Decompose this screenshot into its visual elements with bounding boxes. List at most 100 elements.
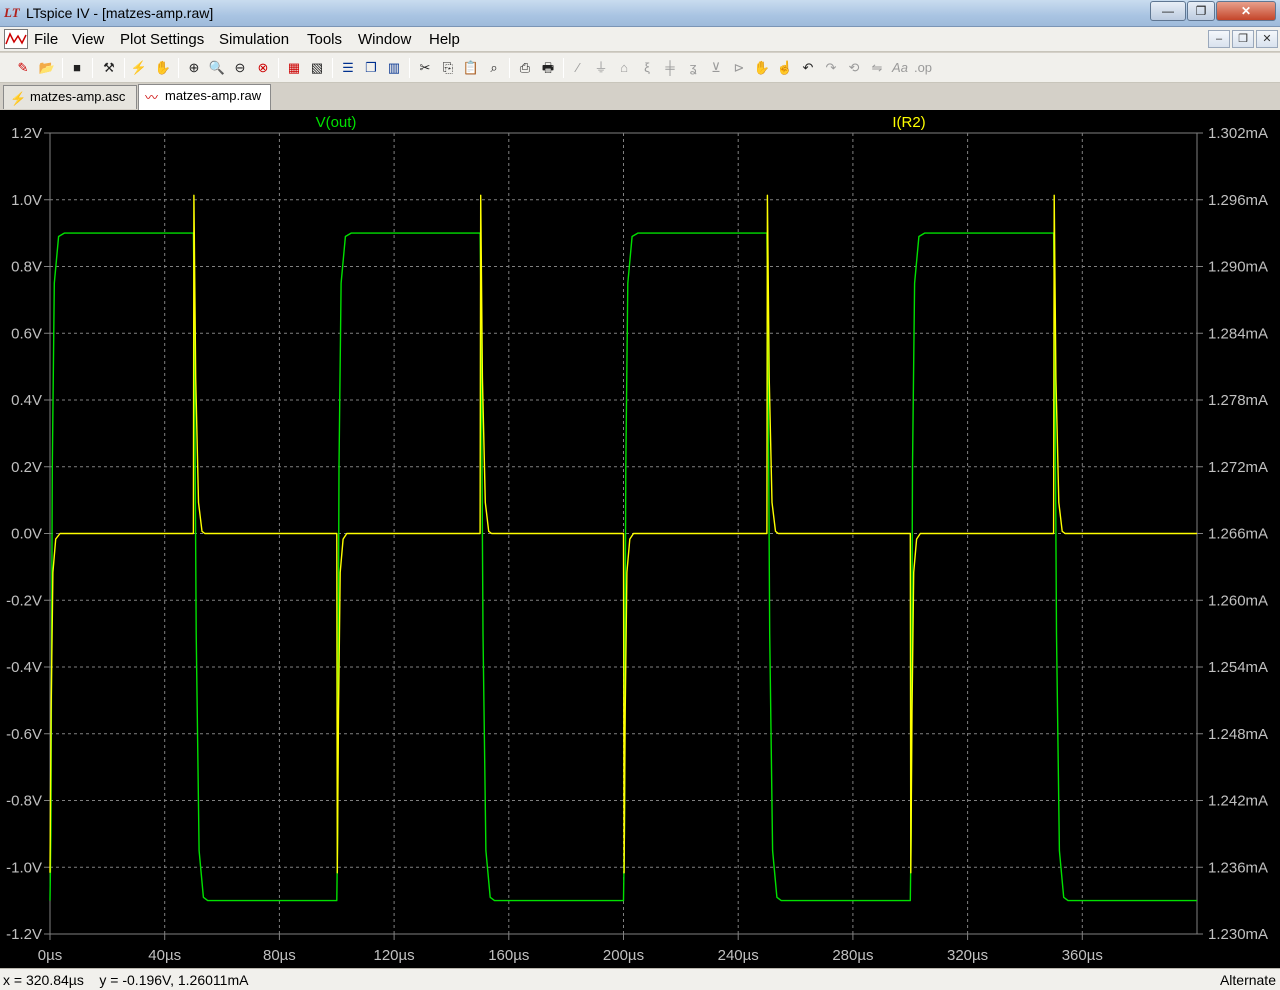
- y-left-tick-label: -1.0V: [6, 859, 42, 876]
- move-icon: ✋: [753, 60, 771, 75]
- close-button[interactable]: ✕: [1216, 1, 1276, 21]
- ground-icon: ⏚: [594, 60, 608, 75]
- y-left-tick-label: 0.4V: [11, 392, 42, 409]
- toolbar: ✎ 📂 ■ ⚒ ⚡ ✋ ⊕ 🔍 ⊖ ⊗ ▦ ▧ ☰ ❐ ▥ ✂ ⎘ 📋 ⌕ ⎙ …: [0, 53, 1280, 83]
- redo-icon: ↷: [825, 60, 837, 75]
- plot-settings-icon[interactable]: ▧: [306, 57, 328, 79]
- plot-canvas[interactable]: 1.2V 1.0V 0.8V 0.6V 0.4V 0.2V 0.0V -0.2V -0.4V -0…: [0, 110, 1280, 968]
- y-right-tick-label: 1.290mA: [1208, 259, 1268, 276]
- mdi-close-button[interactable]: ✕: [1256, 30, 1278, 48]
- menu-bar: File View Plot Settings Simulation Tools…: [0, 27, 1280, 52]
- tab-label: matzes-amp.asc: [30, 89, 126, 104]
- y-right-tick-label: 1.260mA: [1208, 592, 1268, 609]
- cut-icon[interactable]: ✂: [414, 57, 436, 79]
- spice-directive-icon: .op: [913, 60, 933, 75]
- mode-indicator: Alternate: [1219, 972, 1276, 988]
- tab-label: matzes-amp.raw: [165, 88, 262, 103]
- zoom-out-icon[interactable]: ⊖: [229, 57, 251, 79]
- waveform-plot[interactable]: 1.2V 1.0V 0.8V 0.6V 0.4V 0.2V 0.0V -0.2V -0.4V -0…: [0, 110, 1280, 968]
- autorange-icon[interactable]: ▦: [283, 57, 305, 79]
- x-tick-label: 240µs: [718, 947, 759, 964]
- ltspice-logo-icon: LT: [4, 5, 20, 20]
- y-left-tick-label: -0.6V: [6, 726, 42, 743]
- cascade-icon[interactable]: ❐: [360, 57, 382, 79]
- tile-vertical-icon[interactable]: ▥: [383, 57, 405, 79]
- y-right-tick-label: 1.296mA: [1208, 192, 1268, 209]
- status-bar: x = 320.84µs y = -0.196V, 1.26011mA Alte…: [0, 968, 1280, 990]
- find-icon[interactable]: ⌕: [483, 57, 505, 79]
- resistor-icon: ξ: [644, 60, 650, 75]
- menu-plot-settings[interactable]: Plot Settings: [120, 31, 204, 48]
- x-tick-label: 40µs: [148, 947, 181, 964]
- y-right-tick-label: 1.248mA: [1208, 726, 1268, 743]
- menu-file[interactable]: File: [34, 31, 58, 48]
- x-tick-label: 0µs: [38, 947, 63, 964]
- y-right-tick-label: 1.242mA: [1208, 793, 1268, 810]
- title-bar: LT LTspice IV - [matzes-amp.raw] — ❐ ✕: [0, 0, 1280, 27]
- label-net-icon: ⌂: [620, 60, 628, 75]
- x-tick-label: 160µs: [488, 947, 529, 964]
- schematic-icon: ⚡: [10, 91, 27, 106]
- print-preview-icon[interactable]: ⎙: [514, 57, 536, 79]
- rotate-icon: ⟲: [848, 60, 860, 75]
- waveform-icon: 〰: [145, 90, 159, 105]
- menu-window[interactable]: Window: [358, 31, 411, 48]
- y-right-tick-label: 1.278mA: [1208, 392, 1268, 409]
- y-right-tick-label: 1.272mA: [1208, 459, 1268, 476]
- diode-icon: ⊻: [711, 60, 721, 75]
- tile-horizontal-icon[interactable]: ☰: [337, 57, 359, 79]
- print-icon[interactable]: 🖶: [537, 57, 559, 79]
- mdi-minimize-button[interactable]: –: [1208, 30, 1230, 48]
- mdi-restore-button[interactable]: ❐: [1232, 30, 1254, 48]
- component-icon: ⊳: [733, 60, 745, 75]
- run-icon[interactable]: ⚡: [128, 57, 150, 79]
- open-icon[interactable]: 📂: [36, 57, 58, 79]
- menu-help[interactable]: Help: [429, 31, 460, 48]
- window-title: LTspice IV - [matzes-amp.raw]: [26, 5, 214, 21]
- drag-icon: ☝: [776, 60, 794, 75]
- zoom-cancel-icon[interactable]: ⊗: [252, 57, 274, 79]
- y-left-tick-label: 0.6V: [11, 325, 42, 342]
- y-right-tick-label: 1.266mA: [1208, 526, 1268, 543]
- y-left-tick-label: 0.0V: [11, 526, 42, 543]
- save-icon[interactable]: ■: [66, 57, 88, 79]
- undo-icon[interactable]: ↶: [797, 57, 819, 79]
- minimize-button[interactable]: —: [1150, 1, 1186, 21]
- zoom-in-icon[interactable]: ⊕: [183, 57, 205, 79]
- waveform-window-icon[interactable]: [4, 29, 28, 49]
- wire-icon: ∕: [576, 60, 580, 75]
- tab-waveform[interactable]: 〰 matzes-amp.raw: [138, 84, 271, 110]
- y-right-tick-label: 1.254mA: [1208, 659, 1268, 676]
- y-left-tick-label: -0.2V: [6, 592, 42, 609]
- y-left-tick-label: -1.2V: [6, 926, 42, 943]
- x-tick-label: 120µs: [374, 947, 415, 964]
- menu-tools[interactable]: Tools: [307, 31, 342, 48]
- pan-icon[interactable]: ✋: [152, 57, 174, 79]
- new-schematic-icon[interactable]: ✎: [12, 57, 34, 79]
- text-icon: Aa: [892, 60, 908, 75]
- tab-schematic[interactable]: ⚡ matzes-amp.asc: [3, 85, 137, 109]
- inductor-icon: ʓ: [689, 60, 697, 75]
- control-panel-icon[interactable]: ⚒: [98, 57, 120, 79]
- y-left-tick-label: 1.0V: [11, 192, 42, 209]
- x-tick-label: 280µs: [832, 947, 873, 964]
- x-tick-label: 80µs: [263, 947, 296, 964]
- menu-simulation[interactable]: Simulation: [219, 31, 289, 48]
- trace-label-vout[interactable]: V(out): [316, 114, 357, 131]
- document-tabs: ⚡ matzes-amp.asc 〰 matzes-amp.raw: [0, 84, 1280, 110]
- paste-icon[interactable]: 📋: [460, 57, 482, 79]
- x-tick-label: 320µs: [947, 947, 988, 964]
- y-right-tick-label: 1.284mA: [1208, 325, 1268, 342]
- capacitor-icon: ╪: [665, 60, 675, 75]
- x-tick-label: 200µs: [603, 947, 644, 964]
- y-left-tick-label: 1.2V: [11, 125, 42, 142]
- trace-label-ir2[interactable]: I(R2): [892, 114, 925, 131]
- zoom-area-icon[interactable]: 🔍: [206, 57, 228, 79]
- y-left-tick-label: 0.8V: [11, 259, 42, 276]
- copy-icon[interactable]: ⎘: [437, 57, 459, 79]
- y-left-tick-label: -0.8V: [6, 793, 42, 810]
- cursor-readout: x = 320.84µs y = -0.196V, 1.26011mA: [3, 972, 249, 988]
- menu-view[interactable]: View: [72, 31, 104, 48]
- restore-button[interactable]: ❐: [1187, 1, 1215, 21]
- y-right-tick-label: 1.230mA: [1208, 926, 1268, 943]
